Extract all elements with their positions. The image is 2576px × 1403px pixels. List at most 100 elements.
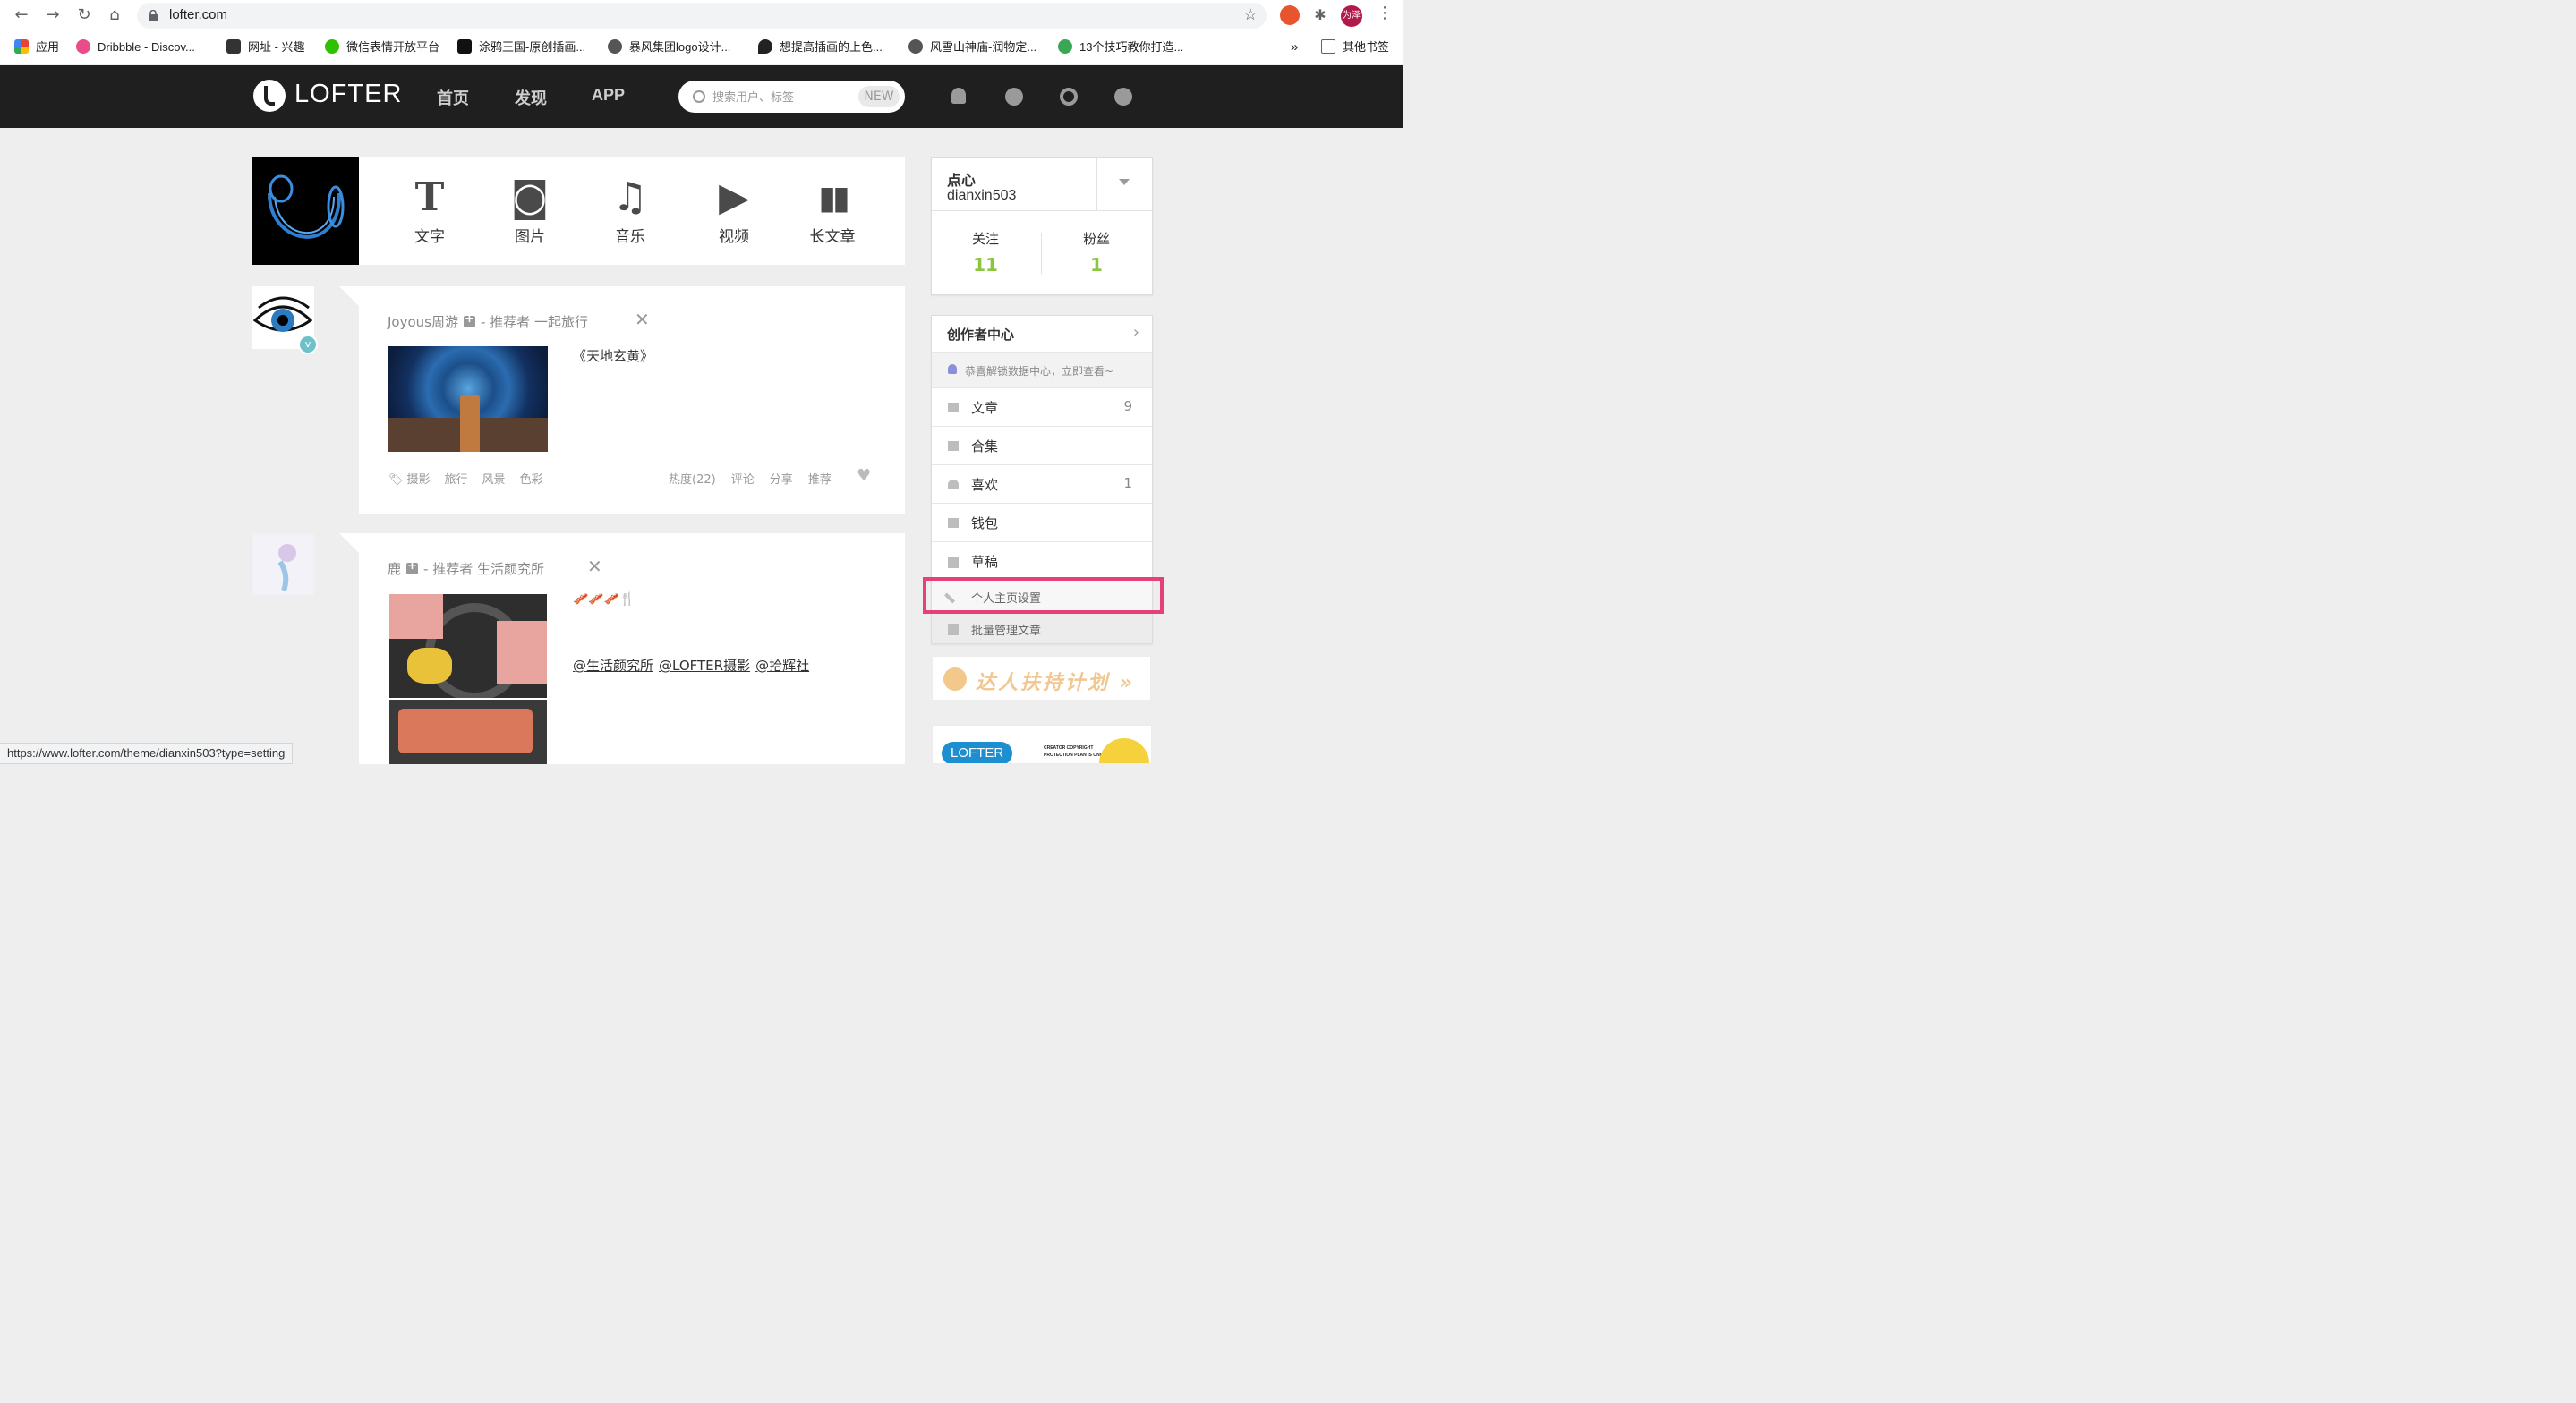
recommender-name[interactable]: 生活颜究所	[477, 561, 544, 577]
recommend-button[interactable]: 推荐	[808, 473, 832, 487]
bookmark-item[interactable]: 微信表情开放平台	[325, 38, 439, 56]
post-image[interactable]	[389, 700, 547, 764]
comment-button[interactable]: 评论	[731, 473, 755, 487]
heart-icon	[948, 480, 959, 489]
recommender-name[interactable]: 一起旅行	[534, 314, 588, 330]
mention-link[interactable]: @拾辉社	[755, 658, 809, 674]
creator-item-likes[interactable]: 喜欢 1	[932, 464, 1152, 503]
author-name[interactable]: Joyous周游	[388, 314, 458, 330]
card-notch	[339, 533, 359, 553]
tag[interactable]: 风景	[482, 473, 506, 487]
puzzle-icon[interactable]: ✱	[1310, 5, 1330, 25]
chevron-down-icon[interactable]	[1119, 179, 1130, 185]
back-icon[interactable]: ←	[12, 5, 31, 25]
verified-badge-icon: v	[298, 335, 318, 354]
bookmark-star-icon[interactable]: ☆	[1243, 5, 1258, 24]
post-type-photo[interactable]: ◙ 图片	[499, 175, 561, 247]
profile-avatar[interactable]: 为泽	[1341, 5, 1362, 27]
close-icon[interactable]: ✕	[635, 309, 650, 330]
mention-list: @生活颜究所 @LOFTER摄影 @拾辉社	[573, 656, 815, 675]
bookmark-item[interactable]: 涂鸦王国-原创插画...	[457, 38, 585, 56]
message-icon[interactable]	[1005, 88, 1023, 106]
bookmark-item[interactable]: 想提高插画的上色...	[758, 38, 883, 56]
post-type-long-article[interactable]: ▮▮ 长文章	[801, 175, 864, 246]
settings-gear-icon[interactable]	[1060, 88, 1078, 106]
followers-label[interactable]: 粉丝	[1074, 229, 1119, 248]
profile-name[interactable]: 点心	[947, 168, 976, 190]
chevron-right-icon: ›	[1132, 323, 1139, 342]
bookmark-item[interactable]: 应用	[14, 38, 59, 56]
author-name[interactable]: 鹿	[388, 561, 401, 577]
lofter-logo-icon[interactable]	[253, 80, 286, 112]
follow-plus-icon[interactable]	[463, 312, 475, 327]
profile-username[interactable]: dianxin503	[947, 188, 1016, 204]
bookmark-item[interactable]: 风雪山神庙-润物定...	[908, 38, 1036, 56]
bookmark-item[interactable]: Dribbble - Discov...	[76, 38, 195, 56]
logo-text[interactable]: LOFTER	[294, 80, 402, 109]
my-avatar[interactable]	[252, 157, 359, 265]
tag[interactable]: 色彩	[520, 473, 543, 487]
menu-kebab-icon[interactable]: ⋮	[1377, 4, 1393, 22]
creator-item-drafts[interactable]: 草稿	[932, 541, 1152, 580]
long-article-icon: ▮▮	[818, 179, 850, 217]
creator-item-batch-manage[interactable]: 批量管理文章	[932, 612, 1152, 643]
creator-item-articles[interactable]: 文章 9	[932, 387, 1152, 426]
close-icon[interactable]: ✕	[587, 556, 602, 577]
followers-count[interactable]: 1	[1074, 254, 1119, 276]
nav-discover[interactable]: 发现	[515, 86, 547, 109]
creator-center-header[interactable]: 创作者中心 ›	[932, 316, 1152, 352]
heat-count[interactable]: 热度(22)	[669, 473, 716, 487]
post-image[interactable]	[388, 346, 548, 452]
following-count[interactable]: 11	[963, 254, 1008, 276]
tag[interactable]: 摄影	[407, 473, 431, 487]
following-label[interactable]: 关注	[963, 229, 1008, 248]
batch-doc-icon	[948, 624, 959, 635]
bookmark-item[interactable]: 网址 - 兴趣	[226, 38, 305, 56]
home-icon[interactable]: ⌂	[105, 5, 124, 25]
more-bookmarks-button[interactable]: »	[1291, 38, 1298, 56]
divider	[1041, 233, 1042, 274]
author-avatar[interactable]	[252, 533, 314, 596]
reload-icon[interactable]: ↻	[74, 5, 94, 25]
post-header: Joyous周游- 推荐者 一起旅行	[388, 312, 588, 331]
banner-text: 达人扶持计划 »	[976, 672, 1135, 694]
address-bar[interactable]: lofter.com ☆	[137, 3, 1267, 29]
search-input[interactable]	[712, 88, 856, 106]
mention-link[interactable]: @LOFTER摄影	[659, 658, 750, 674]
notification-bell-icon[interactable]	[951, 88, 966, 104]
more-icon[interactable]	[1114, 88, 1132, 106]
like-heart-icon[interactable]: ♥	[857, 466, 871, 485]
forward-icon[interactable]: →	[43, 5, 63, 25]
search-box[interactable]: NEW	[678, 81, 905, 113]
divider	[932, 210, 1152, 211]
bookmark-item[interactable]: 暴风集团logo设计...	[608, 38, 730, 56]
tag[interactable]: 旅行	[445, 473, 468, 487]
other-bookmarks[interactable]: 其他书签	[1321, 38, 1389, 56]
wechat-icon	[325, 39, 339, 54]
creator-item-collections[interactable]: 合集	[932, 426, 1152, 464]
follow-plus-icon[interactable]	[406, 559, 419, 574]
mention-link[interactable]: @生活颜究所	[573, 658, 653, 674]
music-note-icon: ♫	[612, 174, 648, 220]
post-image[interactable]	[389, 594, 547, 698]
folder-icon	[948, 441, 959, 451]
data-center-notice[interactable]: 恭喜解锁数据中心，立即查看~	[932, 352, 1152, 387]
nav-app[interactable]: APP	[592, 86, 625, 105]
share-button[interactable]: 分享	[770, 473, 793, 487]
nav-home[interactable]: 首页	[437, 86, 469, 109]
extension-icon[interactable]	[1280, 5, 1300, 25]
url-text[interactable]: lofter.com	[169, 7, 227, 22]
post-title[interactable]: 《天地玄黄》	[573, 346, 653, 365]
bookmark-item[interactable]: 13个技巧教你打造...	[1058, 38, 1183, 56]
post-type-video[interactable]: ▶ 视频	[703, 175, 765, 247]
corn-shape	[407, 648, 452, 684]
post-type-text[interactable]: T 文字	[398, 175, 461, 247]
talent-support-banner[interactable]: 达人扶持计划 »	[932, 656, 1151, 701]
lofter-badge: LOFTER	[942, 742, 1013, 763]
creator-item-wallet[interactable]: 钱包	[932, 503, 1152, 541]
post-type-music[interactable]: ♫ 音乐	[599, 174, 661, 247]
copyright-banner[interactable]: LOFTER CREATOR COPYRIGHT PROTECTION PLAN…	[932, 725, 1152, 764]
notice-text: 恭喜解锁数据中心，立即查看~	[965, 365, 1114, 378]
wallet-icon	[948, 518, 959, 528]
post-actions: 热度(22) 评论 分享 推荐	[653, 470, 832, 487]
